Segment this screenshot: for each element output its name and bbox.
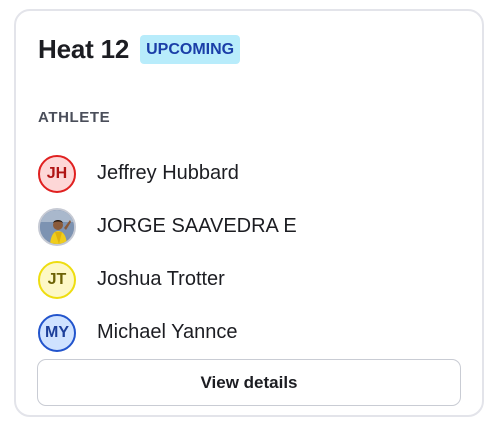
- athlete-section-label: ATHLETE: [38, 109, 111, 126]
- athlete-photo-icon: [40, 209, 74, 244]
- list-item: JT Joshua Trotter: [38, 253, 297, 306]
- athlete-list: JH Jeffrey Hubbard JORGE SAAVEDRA E JT J…: [38, 147, 297, 359]
- view-details-button[interactable]: View details: [37, 359, 461, 406]
- athlete-name: Jeffrey Hubbard: [97, 162, 239, 184]
- avatar: JT: [38, 260, 76, 299]
- list-item: MY Michael Yannce: [38, 306, 297, 359]
- avatar: JH: [38, 154, 76, 193]
- athlete-name: Michael Yannce: [97, 321, 238, 343]
- heat-card: Heat 12 UPCOMING ATHLETE JH Jeffrey Hubb…: [14, 9, 484, 417]
- avatar: MY: [38, 313, 76, 352]
- avatar: [38, 207, 76, 246]
- list-item: JORGE SAAVEDRA E: [38, 200, 297, 253]
- heat-title: Heat 12: [38, 34, 130, 64]
- status-badge: UPCOMING: [140, 34, 241, 64]
- list-item: JH Jeffrey Hubbard: [38, 147, 297, 200]
- heat-header: Heat 12 UPCOMING: [38, 34, 241, 64]
- athlete-name: Joshua Trotter: [97, 268, 225, 290]
- athlete-name: JORGE SAAVEDRA E: [97, 215, 297, 237]
